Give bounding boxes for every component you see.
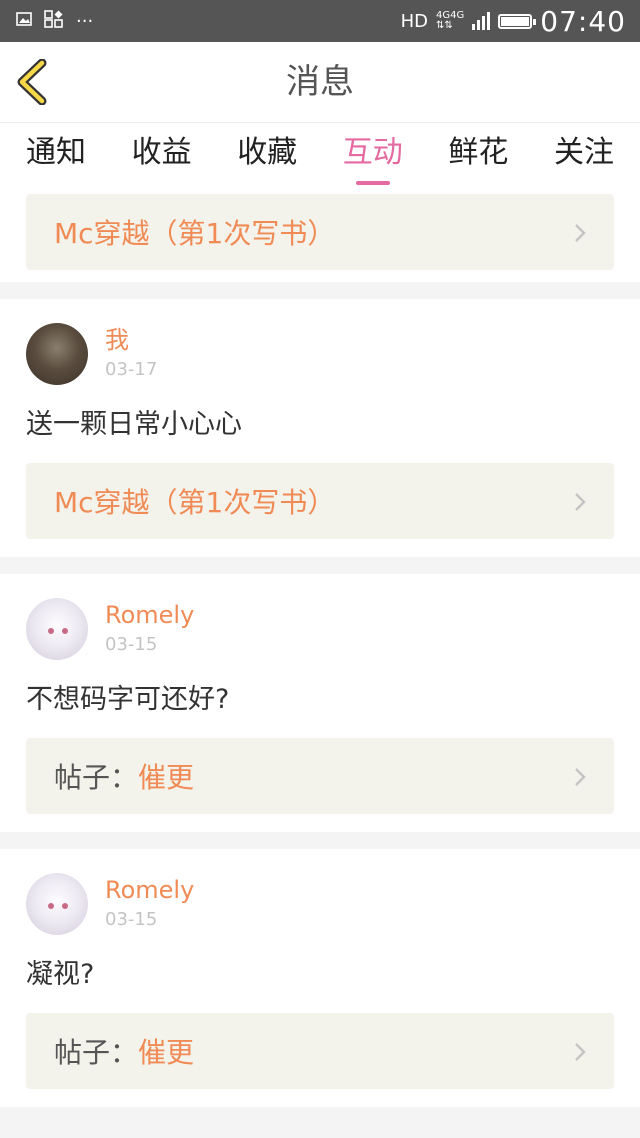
message-date: 03-15 xyxy=(105,909,158,930)
chevron-right-icon xyxy=(575,493,586,511)
message-content: 凝视? xyxy=(26,959,95,990)
reference-link[interactable]: 帖子： 催更 xyxy=(26,738,614,814)
hd-indicator: HD xyxy=(400,10,429,32)
chevron-right-icon xyxy=(575,1043,586,1061)
avatar[interactable] xyxy=(26,873,88,935)
more-notifications-icon: ··· xyxy=(76,10,94,32)
reference-link[interactable]: 帖子： 催更 xyxy=(26,1013,614,1089)
message-date: 03-15 xyxy=(105,634,158,655)
reference-title: Mc穿越（第1次写书） xyxy=(54,486,336,519)
reference-prefix: 帖子： xyxy=(54,761,139,794)
top-bar: 消息 xyxy=(0,42,640,122)
reference-prefix: 帖子： xyxy=(54,1036,139,1069)
tab-favorites[interactable]: 收藏 xyxy=(237,123,297,187)
user-name[interactable]: 我 xyxy=(105,325,157,355)
status-bar: ··· HD 4G4G ⇅⇅ 07:40 xyxy=(0,0,640,42)
reference-title: Mc穿越（第1次写书） xyxy=(54,217,336,250)
reference-link[interactable]: Mc穿越（第1次写书） xyxy=(26,463,614,539)
reference-title: 催更 xyxy=(138,1036,195,1069)
chevron-right-icon xyxy=(575,768,586,786)
message-content: 送一颗日常小心心 xyxy=(26,409,242,440)
tab-interactions[interactable]: 互动 xyxy=(343,123,403,187)
user-name[interactable]: Romely xyxy=(105,875,194,905)
reference-link[interactable]: Mc穿越（第1次写书） xyxy=(26,194,614,270)
message-card-partial: Mc穿越（第1次写书） xyxy=(0,186,640,282)
clock: 07:40 xyxy=(540,4,626,38)
tab-earnings[interactable]: 收益 xyxy=(132,123,192,187)
reference-title: 催更 xyxy=(138,761,195,794)
message-content: 不想码字可还好? xyxy=(26,684,230,715)
apps-icon xyxy=(44,9,64,33)
tab-notifications[interactable]: 通知 xyxy=(26,123,86,187)
tab-following[interactable]: 关注 xyxy=(554,123,614,187)
avatar[interactable] xyxy=(26,323,88,385)
signal-icon xyxy=(472,12,491,30)
message-date: 03-17 xyxy=(105,359,158,380)
battery-icon xyxy=(498,13,537,29)
avatar[interactable] xyxy=(26,598,88,660)
chevron-right-icon xyxy=(575,224,586,242)
tab-flowers[interactable]: 鲜花 xyxy=(448,123,508,187)
tab-bar: 通知 收益 收藏 互动 鲜花 关注 xyxy=(0,122,640,186)
page-title: 消息 xyxy=(286,62,354,102)
image-icon xyxy=(16,11,32,32)
user-name[interactable]: Romely xyxy=(105,600,194,630)
network-indicator: 4G4G ⇅⇅ xyxy=(436,10,465,31)
message-card: Romely 03-15 凝视? 帖子： 催更 xyxy=(0,849,640,1107)
message-card: 我 03-17 送一颗日常小心心 Mc穿越（第1次写书） xyxy=(0,299,640,557)
message-card: Romely 03-15 不想码字可还好? 帖子： 催更 xyxy=(0,574,640,832)
